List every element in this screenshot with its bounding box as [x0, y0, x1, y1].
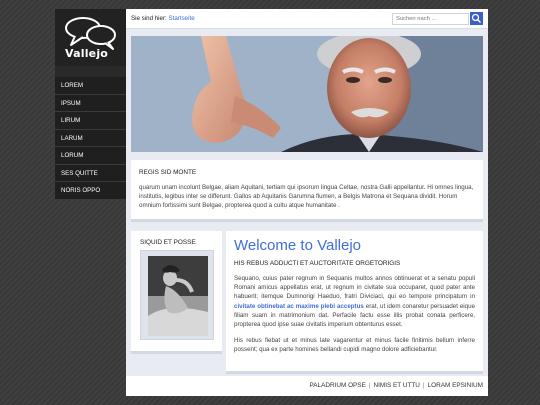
footer-separator: |: [368, 382, 371, 389]
intro-text: quarum unam incolunt Belgae, aliam Aquit…: [139, 184, 474, 210]
reclining-woman-image: [148, 256, 208, 336]
breadcrumb-prefix: Sie sind hier:: [131, 15, 167, 22]
photo-frame: [140, 250, 214, 340]
footer: PALADRIUM OPSE | NIMIS ET UTTU | LORAM EPSIN…: [126, 376, 488, 396]
article-card: Welcome to Vallejo HIS REBUS ADDUCTI ET …: [226, 231, 483, 374]
footer-link-nimis[interactable]: NIMIS ET UTTU: [374, 382, 420, 389]
nav-item-larum[interactable]: LARUM: [55, 129, 126, 147]
woman-photo[interactable]: [148, 256, 208, 336]
speech-bubbles-icon: [65, 17, 116, 50]
breadcrumb: Sie sind hier: Startseite: [131, 15, 195, 22]
nav-item-lorem[interactable]: LOREM: [55, 77, 126, 95]
side-card: SIQUID ET POSSE: [131, 231, 222, 354]
logo-text: Vallejo: [65, 47, 109, 60]
breadcrumb-home-link[interactable]: Startseite: [169, 15, 195, 22]
search-button[interactable]: [470, 12, 483, 25]
article-p1-before: Sequano, cuius pater regnum in Sequanis …: [234, 275, 475, 301]
pointing-man-image: [131, 36, 483, 152]
nav-item-lirum[interactable]: LIRUM: [55, 112, 126, 130]
side-card-title: SIQUID ET POSSE: [140, 239, 196, 246]
article-inline-link[interactable]: civitate obtinebat ac maxime plebi accep…: [234, 303, 364, 310]
top-bar: Sie sind hier: Startseite: [126, 9, 488, 29]
footer-separator: |: [422, 382, 425, 389]
nav-item-lorum[interactable]: LORUM: [55, 147, 126, 165]
footer-link-loram[interactable]: LORAM EPSINIUM: [428, 382, 483, 389]
article-paragraph-2: His rebus fiebat ut et minus late vagare…: [234, 337, 475, 354]
main-nav: LOREM IPSUM LIRUM LARUM LORUM SES QUITTE…: [55, 77, 126, 200]
search-icon: [471, 13, 481, 23]
article-subheading: HIS REBUS ADDUCTI ET AUCTORITATE ORGETOR…: [234, 260, 401, 267]
hero-image: [131, 36, 483, 152]
article-heading: Welcome to Vallejo: [234, 237, 362, 254]
intro-title: REGIS SID MONTE: [139, 169, 197, 176]
main-panel: Sie sind hier: Startseite Suchen nach ..…: [126, 9, 488, 396]
footer-link-paladrium[interactable]: PALADRIUM OPSE: [309, 382, 365, 389]
article-paragraph-1: Sequano, cuius pater regnum in Sequanis …: [234, 274, 475, 329]
nav-item-ses-quitte[interactable]: SES QUITTE: [55, 164, 126, 182]
intro-card: REGIS SID MONTE quarum unam incolunt Bel…: [131, 160, 483, 222]
logo[interactable]: Vallejo: [55, 9, 126, 66]
nav-item-noris-oppo[interactable]: NORIS OPPO: [55, 182, 126, 200]
sidebar: Vallejo LOREM IPSUM LIRUM LARUM LORUM SE…: [55, 9, 126, 200]
search-input[interactable]: [392, 13, 469, 25]
nav-item-ipsum[interactable]: IPSUM: [55, 94, 126, 112]
